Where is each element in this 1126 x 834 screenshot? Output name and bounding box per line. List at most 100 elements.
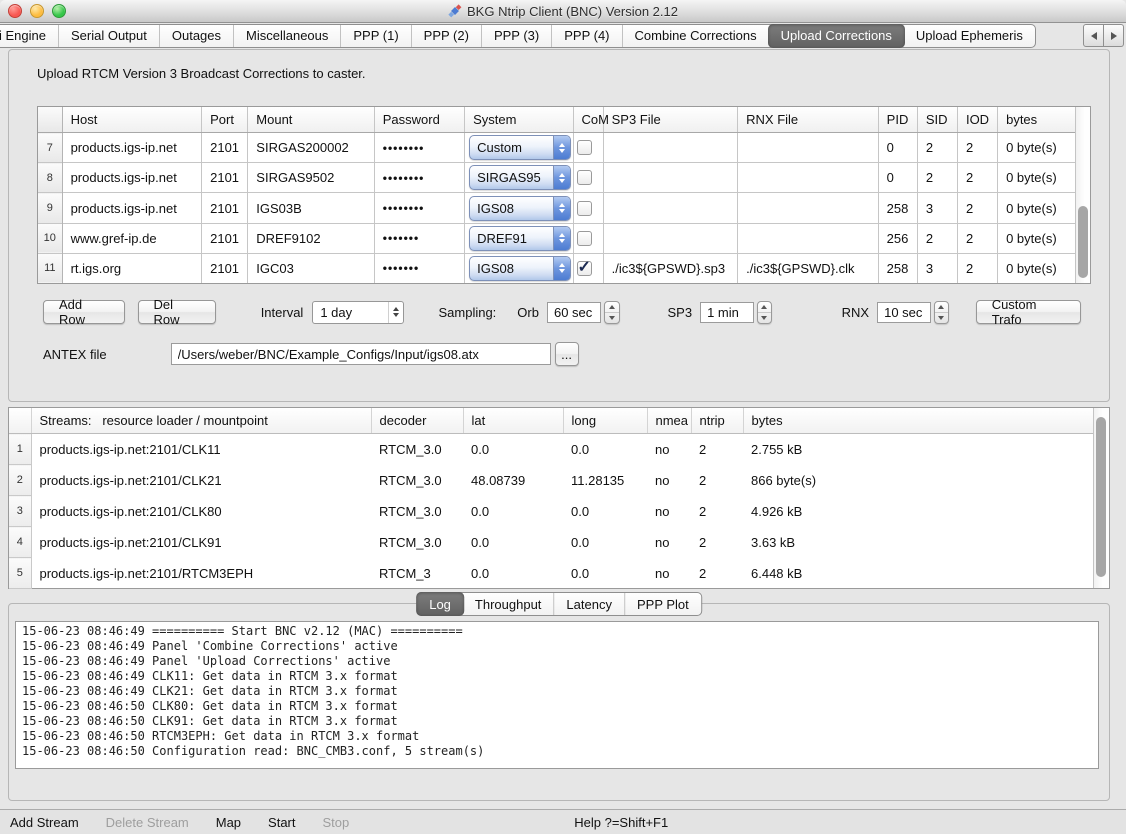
tab-combine-corrections[interactable]: Combine Corrections <box>622 25 769 47</box>
tab-ppp-4[interactable]: PPP (4) <box>551 25 621 47</box>
custom-trafo-button[interactable]: Custom Trafo <box>976 300 1081 324</box>
sid-cell[interactable]: 2 <box>917 163 957 193</box>
sp3-file-cell[interactable] <box>603 133 738 163</box>
mount-cell[interactable]: DREF9102 <box>248 223 374 253</box>
rnx-file-cell[interactable] <box>738 133 879 163</box>
rnx-file-cell[interactable]: ./ic3${GPSWD}.clk <box>738 253 879 283</box>
stream-long: 0.0 <box>563 496 647 527</box>
system-dropdown[interactable]: Custom <box>469 135 571 160</box>
port-cell[interactable]: 2101 <box>202 253 248 283</box>
start-button[interactable]: Start <box>268 815 295 830</box>
rnx-file-cell[interactable] <box>738 193 879 223</box>
antex-browse-button[interactable]: ... <box>555 342 579 366</box>
pid-cell[interactable]: 258 <box>878 193 917 223</box>
scrollbar-thumb[interactable] <box>1078 206 1088 278</box>
password-cell[interactable]: •••••••• <box>374 133 464 163</box>
tab-upload-corrections[interactable]: Upload Corrections <box>768 24 905 48</box>
port-cell[interactable]: 2101 <box>202 223 248 253</box>
port-cell[interactable]: 2101 <box>202 163 248 193</box>
stream-row[interactable]: 5 products.igs-ip.net:2101/RTCM3EPH RTCM… <box>9 558 1093 589</box>
stream-row[interactable]: 3 products.igs-ip.net:2101/CLK80 RTCM_3.… <box>9 496 1093 527</box>
rnx-file-cell[interactable] <box>738 163 879 193</box>
sid-cell[interactable]: 2 <box>917 223 957 253</box>
minimize-button[interactable] <box>30 4 44 18</box>
mount-cell[interactable]: IGC03 <box>248 253 374 283</box>
com-checkbox[interactable] <box>577 170 592 185</box>
sp3-file-cell[interactable] <box>603 223 738 253</box>
add-stream-button[interactable]: Add Stream <box>10 815 79 830</box>
tab-serial-output[interactable]: Serial Output <box>58 25 159 47</box>
interval-dropdown[interactable]: 1 day <box>312 301 404 324</box>
stream-row[interactable]: 1 products.igs-ip.net:2101/CLK11 RTCM_3.… <box>9 434 1093 465</box>
iod-cell[interactable]: 2 <box>957 223 997 253</box>
iod-cell[interactable]: 2 <box>957 193 997 223</box>
orb-stepper[interactable] <box>604 301 619 324</box>
tab-upload-ephemeris[interactable]: Upload Ephemeris <box>904 25 1035 47</box>
tab-throughput[interactable]: Throughput <box>463 593 554 615</box>
scrollbar-thumb[interactable] <box>1096 417 1106 577</box>
tab-ppp-1[interactable]: PPP (1) <box>340 25 410 47</box>
tab-miscellaneous[interactable]: Miscellaneous <box>233 25 340 47</box>
system-dropdown[interactable]: SIRGAS95 <box>469 165 571 190</box>
orb-sampling-field[interactable]: 60 sec <box>547 302 601 323</box>
tab-ppp-plot[interactable]: PPP Plot <box>624 593 701 615</box>
sid-cell[interactable]: 3 <box>917 193 957 223</box>
rnx-sampling-field[interactable]: 10 sec <box>877 302 930 323</box>
rnx-stepper[interactable] <box>934 301 949 324</box>
host-cell[interactable]: www.gref-ip.de <box>62 223 202 253</box>
host-cell[interactable]: rt.igs.org <box>62 253 202 283</box>
del-row-button[interactable]: Del Row <box>138 300 216 324</box>
close-button[interactable] <box>8 4 22 18</box>
stream-row[interactable]: 2 products.igs-ip.net:2101/CLK21 RTCM_3.… <box>9 465 1093 496</box>
com-checkbox[interactable] <box>577 231 592 246</box>
sp3-file-cell[interactable]: ./ic3${GPSWD}.sp3 <box>603 253 738 283</box>
add-row-button[interactable]: Add Row <box>43 300 125 324</box>
password-cell[interactable]: ••••••• <box>374 253 464 283</box>
iod-cell[interactable]: 2 <box>957 163 997 193</box>
zoom-button[interactable] <box>52 4 66 18</box>
com-checkbox[interactable] <box>577 201 592 216</box>
com-checkbox[interactable] <box>577 140 592 155</box>
host-cell[interactable]: products.igs-ip.net <box>62 193 202 223</box>
pid-cell[interactable]: 0 <box>878 163 917 193</box>
com-checkbox[interactable] <box>577 261 592 276</box>
mount-cell[interactable]: SIRGAS200002 <box>248 133 374 163</box>
tab-feed-engine[interactable]: i Engine <box>0 25 58 47</box>
system-dropdown[interactable]: IGS08 <box>469 196 571 221</box>
system-dropdown[interactable]: DREF91 <box>469 226 571 251</box>
stream-row[interactable]: 4 products.igs-ip.net:2101/CLK91 RTCM_3.… <box>9 527 1093 558</box>
map-button[interactable]: Map <box>216 815 241 830</box>
pid-cell[interactable]: 258 <box>878 253 917 283</box>
password-cell[interactable]: •••••••• <box>374 163 464 193</box>
sid-cell[interactable]: 3 <box>917 253 957 283</box>
sp3-file-cell[interactable] <box>603 163 738 193</box>
tab-log[interactable]: Log <box>416 592 464 616</box>
port-cell[interactable]: 2101 <box>202 133 248 163</box>
tab-scroll-right-button[interactable] <box>1104 24 1124 47</box>
password-cell[interactable]: ••••••• <box>374 223 464 253</box>
iod-cell[interactable]: 2 <box>957 133 997 163</box>
streams-table-scrollbar[interactable] <box>1093 408 1108 588</box>
pid-cell[interactable]: 256 <box>878 223 917 253</box>
password-cell[interactable]: •••••••• <box>374 193 464 223</box>
sp3-stepper[interactable] <box>757 301 772 324</box>
rnx-file-cell[interactable] <box>738 223 879 253</box>
sp3-sampling-field[interactable]: 1 min <box>700 302 753 323</box>
port-cell[interactable]: 2101 <box>202 193 248 223</box>
tab-ppp-2[interactable]: PPP (2) <box>411 25 481 47</box>
tab-outages[interactable]: Outages <box>159 25 233 47</box>
sid-cell[interactable]: 2 <box>917 133 957 163</box>
mount-cell[interactable]: IGS03B <box>248 193 374 223</box>
host-cell[interactable]: products.igs-ip.net <box>62 163 202 193</box>
upload-table-scrollbar[interactable] <box>1075 107 1090 283</box>
pid-cell[interactable]: 0 <box>878 133 917 163</box>
tab-latency[interactable]: Latency <box>553 593 624 615</box>
system-dropdown[interactable]: IGS08 <box>469 256 571 281</box>
iod-cell[interactable]: 2 <box>957 253 997 283</box>
antex-file-input[interactable] <box>171 343 551 365</box>
sp3-file-cell[interactable] <box>603 193 738 223</box>
mount-cell[interactable]: SIRGAS9502 <box>248 163 374 193</box>
tab-ppp-3[interactable]: PPP (3) <box>481 25 551 47</box>
host-cell[interactable]: products.igs-ip.net <box>62 133 202 163</box>
tab-scroll-left-button[interactable] <box>1083 24 1104 47</box>
